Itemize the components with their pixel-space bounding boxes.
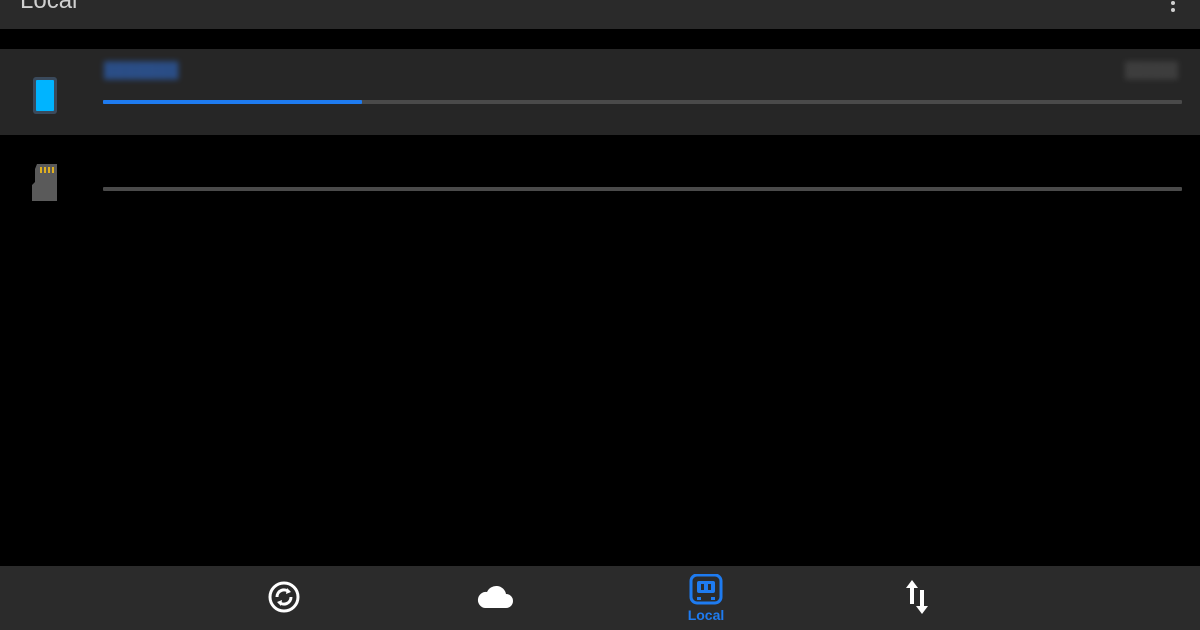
- nav-item-local[interactable]: Local: [646, 566, 766, 630]
- local-storage-icon: [689, 574, 723, 605]
- sync-icon: [268, 581, 300, 613]
- storage-usage-bar: [103, 100, 1182, 104]
- storage-usage-fill: [103, 100, 362, 104]
- storage-label-blurred: ███████: [104, 62, 179, 79]
- nav-label-local: Local: [687, 607, 725, 623]
- storage-row-sdcard[interactable]: [0, 137, 1200, 223]
- phone-icon: [31, 76, 59, 116]
- transfer-arrows-icon: [906, 580, 928, 614]
- storage-meta-blurred: █████: [1124, 62, 1178, 79]
- more-vert-icon[interactable]: [1168, 0, 1178, 14]
- app-bar: Local: [0, 0, 1200, 29]
- app-root: Local ███████ █████ Local: [0, 0, 1200, 630]
- cloud-icon: [477, 585, 513, 608]
- bottom-navigation: Local: [0, 566, 1200, 630]
- nav-item-cloud[interactable]: [435, 566, 555, 630]
- storage-row-internal[interactable]: ███████ █████: [0, 49, 1200, 135]
- sd-card-icon: [31, 163, 59, 203]
- nav-item-transfers[interactable]: [857, 566, 977, 630]
- page-title: Local: [20, 0, 78, 14]
- nav-item-sync[interactable]: [224, 566, 344, 630]
- storage-usage-bar: [103, 187, 1182, 191]
